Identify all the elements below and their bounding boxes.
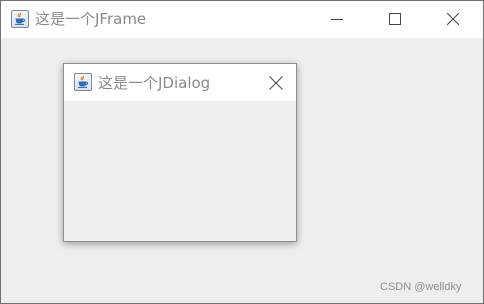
close-icon bbox=[447, 13, 459, 25]
main-frame-window: 这是一个JFrame 这是一个JDialog CSDN @welldky bbox=[0, 0, 484, 304]
frame-title-bar[interactable]: 这是一个JFrame bbox=[1, 1, 483, 38]
java-cup-icon[interactable] bbox=[74, 73, 92, 91]
java-cup-icon[interactable] bbox=[11, 10, 29, 28]
close-button[interactable] bbox=[430, 1, 476, 38]
close-icon bbox=[269, 76, 283, 90]
minimize-button[interactable] bbox=[314, 1, 360, 38]
watermark: CSDN @welldky bbox=[380, 281, 462, 293]
dialog-title-bar[interactable]: 这是一个JDialog bbox=[64, 64, 296, 101]
frame-title: 这是一个JFrame bbox=[35, 10, 147, 28]
maximize-button[interactable] bbox=[372, 1, 418, 38]
dialog-window: 这是一个JDialog bbox=[63, 63, 297, 242]
dialog-close-button[interactable] bbox=[257, 64, 296, 101]
maximize-icon bbox=[389, 13, 401, 25]
dialog-title: 这是一个JDialog bbox=[98, 74, 211, 92]
minimize-icon bbox=[331, 19, 343, 20]
